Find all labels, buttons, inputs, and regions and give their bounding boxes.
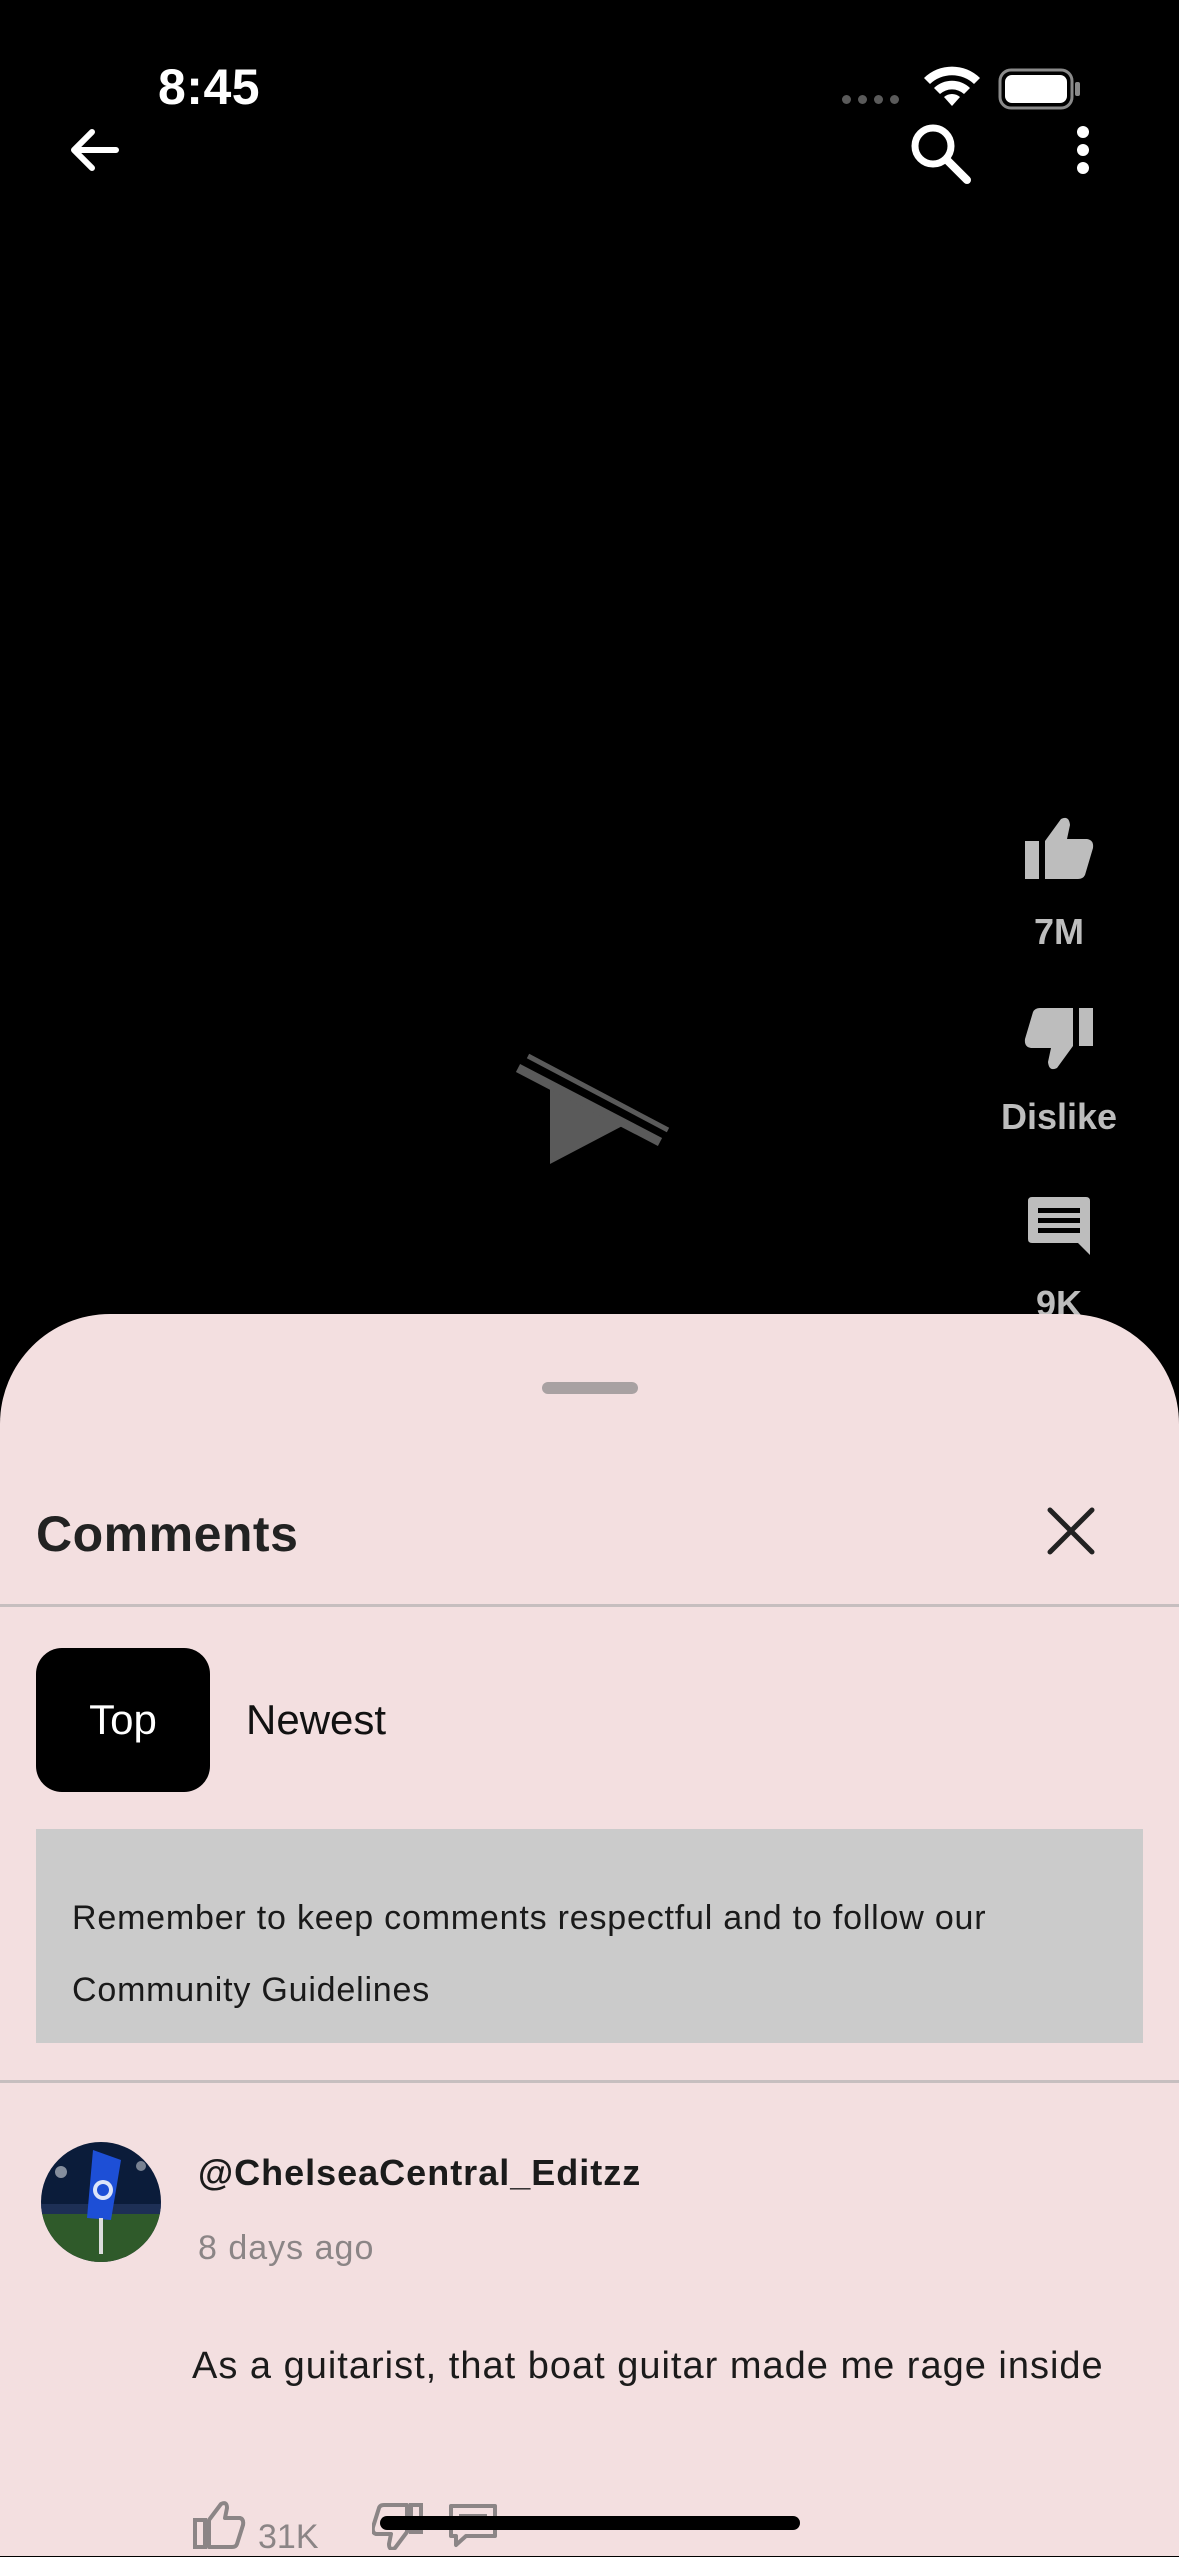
comment-like-count: 31K	[258, 2518, 319, 2556]
sheet-title: Comments	[36, 1506, 299, 1562]
thumb-down-icon	[1024, 1008, 1093, 1070]
thumb-up-outline-icon[interactable]	[192, 2500, 246, 2550]
divider	[0, 2080, 1179, 2083]
tab-top[interactable]: Top	[36, 1648, 210, 1792]
close-icon[interactable]	[1040, 1500, 1102, 1562]
avatar[interactable]	[41, 2142, 161, 2262]
comment-author[interactable]: @ChelseaCentral_Editzz	[198, 2152, 641, 2194]
status-time: 8:45	[158, 59, 261, 115]
play-disabled-icon	[515, 1053, 670, 1164]
guidelines-notice[interactable]: Remember to keep comments respectful and…	[36, 1829, 1143, 2043]
more-vert-icon[interactable]	[1058, 118, 1108, 188]
comment-icon	[1028, 1197, 1090, 1255]
cellular-signal-icon	[842, 95, 899, 104]
wifi-icon	[924, 66, 980, 106]
comment-time: 8 days ago	[198, 2229, 375, 2267]
search-icon[interactable]	[905, 118, 975, 188]
home-indicator[interactable]	[380, 2516, 800, 2530]
divider	[0, 1604, 1179, 1607]
dislike-action[interactable]: Dislike	[969, 1006, 1149, 1138]
comments-action[interactable]: 9K	[969, 1195, 1149, 1325]
tab-newest[interactable]: Newest	[246, 1696, 386, 1744]
back-arrow-icon[interactable]	[64, 120, 124, 180]
like-action[interactable]: 7M	[969, 815, 1149, 953]
dislike-label: Dislike	[1000, 1096, 1118, 1137]
comment-text: As a guitarist, that boat guitar made me…	[192, 2345, 1104, 2387]
drag-handle[interactable]	[542, 1382, 638, 1394]
notice-text: Remember to keep comments respectful and…	[72, 1899, 987, 2009]
battery-icon	[998, 68, 1080, 110]
thumb-up-icon	[1025, 817, 1094, 879]
like-count: 7M	[1033, 911, 1084, 952]
